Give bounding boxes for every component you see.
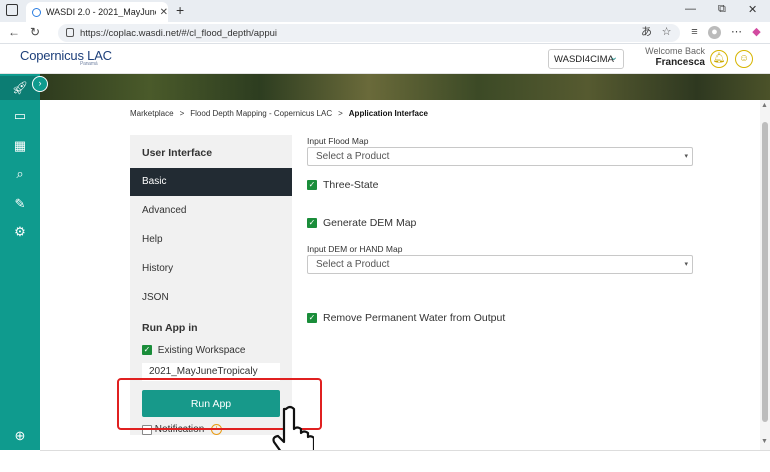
- back-icon[interactable]: ←: [8, 25, 20, 39]
- browser-tab[interactable]: WASDI 2.0 - 2021_MayJuneTropic ✕: [26, 2, 168, 22]
- dem-map-select[interactable]: Select a Product ▾: [307, 255, 693, 274]
- scroll-up-icon[interactable]: ▲: [761, 102, 768, 109]
- caret-down-icon: ▾: [684, 261, 688, 268]
- menu-item-history[interactable]: History: [130, 255, 292, 283]
- close-tab-icon[interactable]: ✕: [160, 7, 168, 18]
- gear-icon[interactable]: ⚙: [10, 222, 30, 242]
- app-header: Copernicus LAC Panamá WASDI4CIMA ⌄ Welco…: [0, 44, 770, 74]
- browser-tab-bar: WASDI 2.0 - 2021_MayJuneTropic ✕ + — ⧉ ✕: [0, 0, 770, 22]
- remove-water-option[interactable]: ✓ Remove Permanent Water from Output: [307, 312, 505, 324]
- new-tab-icon[interactable]: +: [176, 2, 184, 18]
- restore-icon[interactable]: ⧉: [718, 3, 726, 16]
- existing-workspace-option[interactable]: ✓ Existing Workspace: [142, 345, 245, 356]
- copernicus-logo[interactable]: Copernicus LAC Panamá: [20, 48, 112, 67]
- window-menu-icon[interactable]: [6, 4, 18, 16]
- welcome-block: Welcome Back Francesca: [638, 46, 705, 68]
- copilot-icon[interactable]: ◆: [750, 26, 763, 39]
- calendar-icon[interactable]: ▦: [10, 136, 30, 156]
- page-footer: [40, 450, 770, 472]
- collections-icon[interactable]: ≡: [688, 26, 701, 39]
- workspace-select-value: WASDI4CIMA: [554, 53, 614, 65]
- user-name: Francesca: [655, 57, 705, 68]
- search-icon[interactable]: ⌕: [10, 164, 30, 184]
- generate-dem-option[interactable]: ✓ Generate DEM Map: [307, 217, 416, 229]
- flood-map-placeholder: Select a Product: [316, 151, 390, 162]
- satellite-banner: [40, 74, 770, 100]
- pencil-icon[interactable]: ✎: [10, 194, 30, 214]
- menu-item-help[interactable]: Help: [130, 226, 292, 254]
- generate-dem-label: Generate DEM Map: [323, 217, 417, 229]
- url-text: https://coplac.wasdi.net/#/cl_flood_dept…: [80, 27, 277, 39]
- flood-map-select[interactable]: Select a Product ▾: [307, 147, 693, 166]
- breadcrumb-current: Application Interface: [348, 109, 428, 118]
- breadcrumb-separator: >: [338, 109, 343, 118]
- chevron-down-icon: ⌄: [609, 52, 618, 63]
- welcome-text: Welcome Back: [645, 46, 705, 56]
- help-icon[interactable]: ⊕: [10, 426, 30, 446]
- folder-icon[interactable]: ▭: [10, 106, 30, 126]
- breadcrumb-marketplace[interactable]: Marketplace: [130, 109, 174, 118]
- translate-icon[interactable]: あ: [640, 26, 653, 39]
- user-avatar-icon[interactable]: ☺: [735, 50, 753, 68]
- menu-item-basic[interactable]: Basic: [130, 168, 292, 196]
- three-state-checkbox[interactable]: ✓: [307, 180, 317, 190]
- more-menu-icon[interactable]: ⋯: [730, 26, 743, 39]
- panel-header: User Interface: [142, 147, 213, 159]
- breadcrumb-separator: >: [179, 109, 185, 118]
- remove-water-checkbox[interactable]: ✓: [307, 313, 317, 323]
- dem-map-label: Input DEM or HAND Map: [307, 244, 403, 254]
- site-info-icon[interactable]: [66, 28, 74, 37]
- caret-down-icon: ▾: [684, 153, 688, 160]
- wasdi-favicon-icon: [32, 7, 41, 17]
- workspace-select[interactable]: WASDI4CIMA ⌄: [548, 49, 624, 69]
- generate-dem-checkbox[interactable]: ✓: [307, 218, 317, 228]
- url-field[interactable]: https://coplac.wasdi.net/#/cl_flood_dept…: [58, 24, 680, 42]
- breadcrumb-app[interactable]: Flood Depth Mapping - Copernicus LAC: [190, 109, 332, 118]
- menu-item-advanced[interactable]: Advanced: [130, 197, 292, 225]
- existing-workspace-label: Existing Workspace: [157, 345, 246, 356]
- tab-title: WASDI 2.0 - 2021_MayJuneTropic: [46, 7, 156, 17]
- close-window-icon[interactable]: ✕: [748, 3, 757, 16]
- remove-water-label: Remove Permanent Water from Output: [323, 312, 506, 324]
- minimize-icon[interactable]: —: [685, 3, 696, 15]
- run-app-header: Run App in: [142, 322, 198, 334]
- page-scrollbar[interactable]: ▲ ▼: [760, 100, 770, 450]
- scroll-down-icon[interactable]: ▼: [761, 438, 768, 445]
- address-bar: ← ↻ https://coplac.wasdi.net/#/cl_flood_…: [0, 22, 770, 44]
- bell-icon[interactable]: 🔔︎: [710, 50, 728, 68]
- reload-icon[interactable]: ↻: [30, 25, 40, 39]
- three-state-option[interactable]: ✓ Three-State: [307, 179, 378, 191]
- logo-text: Copernicus LAC: [20, 48, 112, 63]
- profile-avatar-icon[interactable]: ●: [708, 26, 721, 39]
- breadcrumb: Marketplace > Flood Depth Mapping - Cope…: [130, 109, 428, 118]
- left-sidebar: 🚀︎ ▭ ▦ ⌕ ✎ ⚙ ⊕: [0, 74, 40, 450]
- flood-map-label: Input Flood Map: [307, 136, 369, 146]
- three-state-label: Three-State: [323, 179, 379, 191]
- dem-map-placeholder: Select a Product: [316, 259, 390, 270]
- menu-item-json[interactable]: JSON: [130, 284, 292, 312]
- expand-sidebar-icon[interactable]: ›: [32, 76, 48, 92]
- existing-workspace-checkbox[interactable]: ✓: [142, 345, 152, 356]
- scroll-thumb[interactable]: [762, 122, 768, 422]
- favorite-star-icon[interactable]: ☆: [660, 26, 673, 39]
